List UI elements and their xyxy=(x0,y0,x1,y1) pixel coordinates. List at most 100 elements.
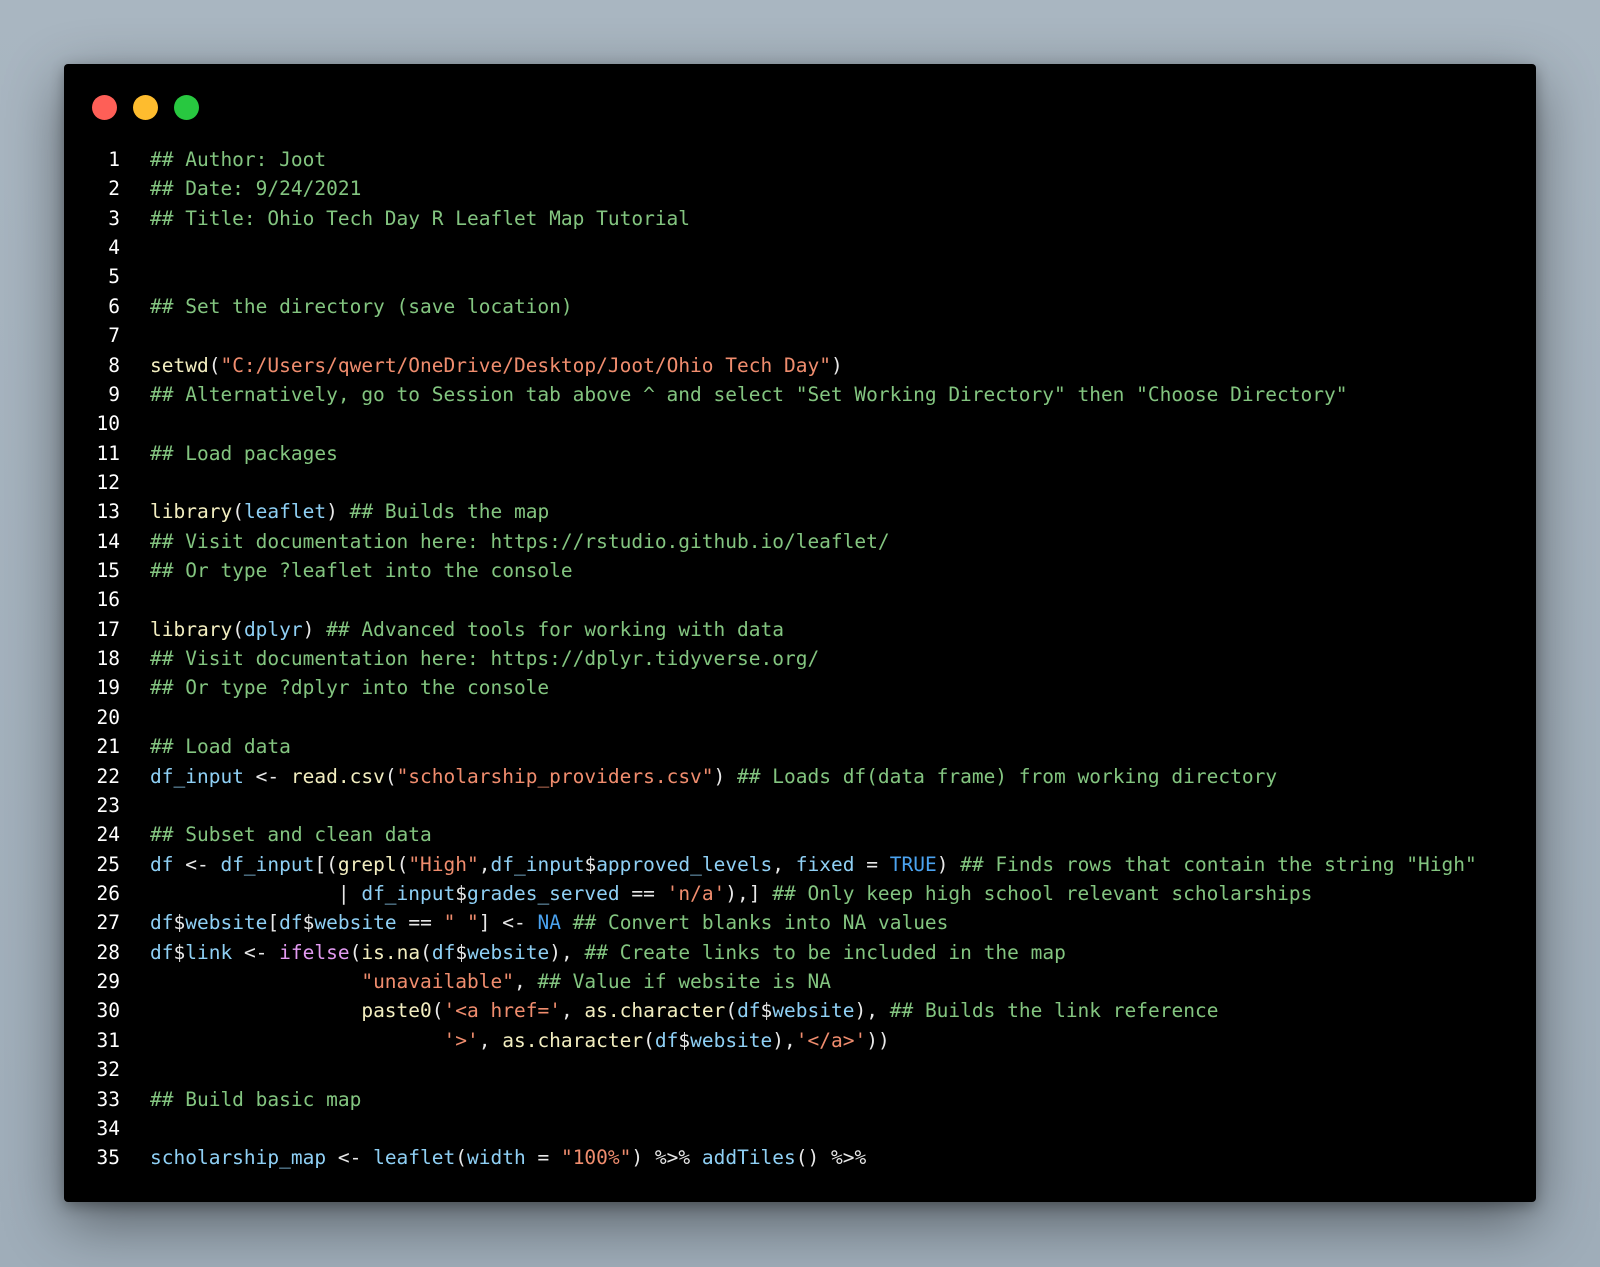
line-number: 10 xyxy=(96,412,120,436)
code-token: ## Builds the map xyxy=(349,500,550,524)
code-token: library xyxy=(150,617,233,641)
line-number: 1 xyxy=(108,148,120,171)
code-token: ## Advanced tools for working with data xyxy=(326,617,784,641)
line-content: ## Or type ?dplyr into the console xyxy=(150,673,549,702)
code-token: <- xyxy=(326,1146,374,1170)
code-token: ] <- xyxy=(478,911,538,935)
code-token: $ xyxy=(760,999,773,1023)
code-token: df xyxy=(654,1028,679,1052)
window-controls xyxy=(92,95,199,120)
code-line: 1 ## Author: Joot xyxy=(64,145,1536,174)
code-token: ## Only keep high school relevant schola… xyxy=(772,881,1313,905)
line-number: 17 xyxy=(96,617,120,641)
code-token: "unavailable" xyxy=(361,970,514,994)
code-token: ## Finds rows that contain the string "H… xyxy=(960,852,1477,876)
code-token: ), xyxy=(772,1028,796,1052)
code-token: scholarship_map xyxy=(150,1146,327,1170)
code-token: ( xyxy=(232,617,244,641)
line-content: ## Visit documentation here: https://dpl… xyxy=(150,644,819,673)
line-content: library(dplyr) ## Advanced tools for wor… xyxy=(150,615,784,644)
code-window: 1 ## Author: Joot 2 ## Date: 9/24/2021 3 ## T… xyxy=(64,64,1536,1202)
close-button[interactable] xyxy=(92,95,117,120)
code-line: 33 ## Build basic map xyxy=(64,1085,1536,1114)
code-token: , xyxy=(560,999,585,1023)
line-content: df$link <- ifelse(is.na(df$website), ## … xyxy=(150,938,1066,967)
code-token: ## Date: 9/24/2021 xyxy=(150,177,362,201)
code-line: 31 '>', as.character(df$website),'</a>')… xyxy=(64,1026,1536,1055)
code-token: = xyxy=(525,1146,561,1170)
code-line: 16 xyxy=(64,585,1536,614)
maximize-button[interactable] xyxy=(174,95,199,120)
line-content: ## Or type ?leaflet into the console xyxy=(150,556,573,585)
code-token: TRUE xyxy=(889,852,937,876)
line-number: 35 xyxy=(96,1146,120,1170)
line-number: 28 xyxy=(96,940,120,964)
code-token: ## Value if website is NA xyxy=(537,970,831,994)
code-token: ) xyxy=(302,617,327,641)
code-token: website xyxy=(467,940,550,964)
line-content: ## Subset and clean data xyxy=(150,820,432,849)
code-token: $ xyxy=(173,940,186,964)
code-editor[interactable]: 1 ## Author: Joot 2 ## Date: 9/24/2021 3 ## T… xyxy=(64,145,1536,1173)
code-token: ## Create links to be included in the ma… xyxy=(584,940,1066,964)
code-token: ), xyxy=(549,940,585,964)
line-number: 32 xyxy=(96,1058,120,1082)
code-token: website xyxy=(690,1028,773,1052)
code-token: ) xyxy=(936,852,961,876)
code-token: )) xyxy=(866,1028,890,1052)
code-token: == xyxy=(619,881,667,905)
code-token: '<a href=' xyxy=(443,999,561,1023)
code-token: "High" xyxy=(408,852,479,876)
line-content: df$website[df$website == " "] <- NA ## C… xyxy=(150,908,948,937)
code-token: df_input xyxy=(150,764,244,788)
code-token: ## Author: Joot xyxy=(150,148,327,171)
code-token: width xyxy=(467,1146,526,1170)
code-line: 18 ## Visit documentation here: https://d… xyxy=(64,644,1536,673)
code-token: ) %>% xyxy=(631,1146,702,1170)
line-content: ## Date: 9/24/2021 xyxy=(150,174,361,203)
line-number: 20 xyxy=(96,705,120,729)
code-token: "C:/Users/qwert/OneDrive/Desktop/Joot/Oh… xyxy=(220,353,831,377)
line-content: df <- df_input[(grepl("High",df_input$ap… xyxy=(150,850,1477,879)
line-content: '>', as.character(df$website),'</a>')) xyxy=(150,1026,890,1055)
line-content: ## Visit documentation here: https://rst… xyxy=(150,527,890,556)
line-number: 3 xyxy=(108,206,120,230)
code-token: ## Convert blanks into NA values xyxy=(572,911,949,935)
code-token: df_input xyxy=(361,881,456,905)
code-token: ( xyxy=(232,500,244,524)
line-content: library(leaflet) ## Builds the map xyxy=(150,497,549,526)
code-token: , xyxy=(513,970,538,994)
line-number: 8 xyxy=(108,353,120,377)
code-line: 22 df_input <- read.csv("scholarship_prov… xyxy=(64,762,1536,791)
line-number: 30 xyxy=(96,999,120,1023)
code-line: 2 ## Date: 9/24/2021 xyxy=(64,174,1536,203)
code-token: " " xyxy=(443,911,479,935)
code-token: ) xyxy=(830,353,843,377)
code-token: ## Builds the link reference xyxy=(889,999,1219,1023)
line-number: 15 xyxy=(96,559,120,583)
code-token: , xyxy=(478,852,491,876)
line-content: setwd("C:/Users/qwert/OneDrive/Desktop/J… xyxy=(150,351,843,380)
code-token: as.character xyxy=(502,1028,644,1052)
line-number: 27 xyxy=(96,911,120,935)
line-number: 34 xyxy=(96,1116,120,1140)
code-token: as.character xyxy=(584,999,726,1023)
line-content: df_input <- read.csv("scholarship_provid… xyxy=(150,762,1277,791)
code-token: grepl xyxy=(337,852,397,876)
code-line: 19 ## Or type ?dplyr into the console xyxy=(64,673,1536,702)
code-token: 'n/a' xyxy=(666,881,726,905)
code-token: website xyxy=(314,911,397,935)
line-number: 12 xyxy=(96,470,120,494)
line-number: 5 xyxy=(108,265,120,289)
code-token: <- xyxy=(173,852,221,876)
minimize-button[interactable] xyxy=(133,95,158,120)
code-line: 11 ## Load packages xyxy=(64,439,1536,468)
code-token: = xyxy=(854,852,890,876)
code-line: 9 ## Alternatively, go to Session tab abo… xyxy=(64,380,1536,409)
code-line: 23 xyxy=(64,791,1536,820)
code-token: ## Title: Ohio Tech Day R Leaflet Map Tu… xyxy=(150,206,691,230)
code-token: leaflet xyxy=(243,500,327,524)
line-number: 33 xyxy=(96,1087,120,1111)
